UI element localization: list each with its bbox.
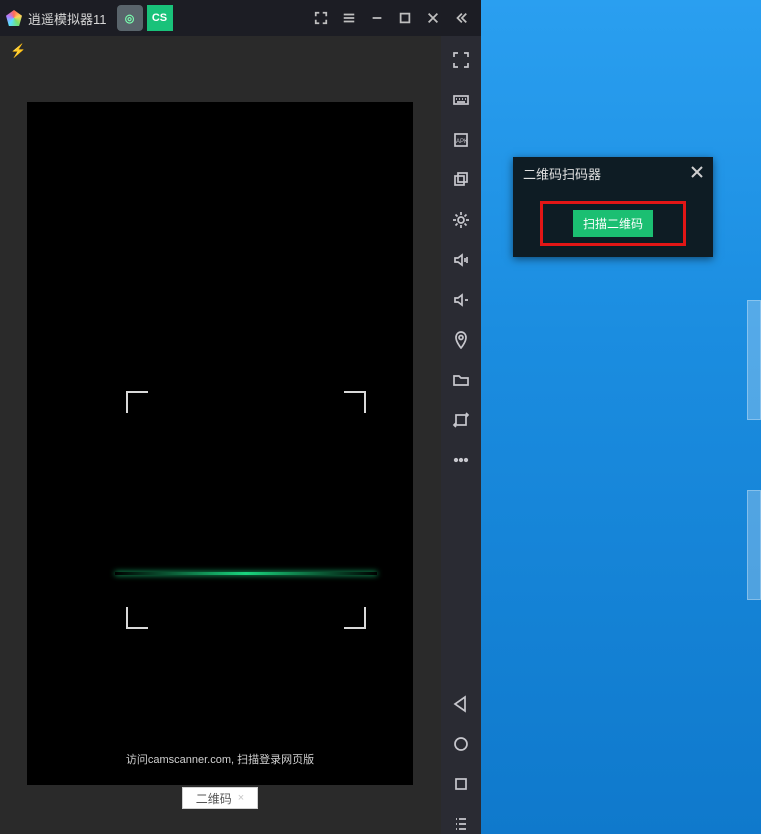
qr-tag-label: 二维码 (196, 790, 232, 807)
qr-scan-line (115, 572, 377, 575)
location-pin-icon[interactable] (451, 330, 471, 350)
scan-corner-br (344, 607, 366, 629)
tutorial-highlight-frame: 扫描二维码 (540, 201, 686, 246)
emulator-titlebar: 逍遥模拟器11 ◎ CS (0, 0, 481, 36)
apk-install-icon[interactable]: APK (451, 130, 471, 150)
fullscreen-toggle-icon[interactable] (307, 5, 335, 31)
volume-down-icon[interactable] (451, 290, 471, 310)
emulator-title: 逍遥模拟器11 (28, 9, 107, 28)
scan-qr-button[interactable]: 扫描二维码 (573, 210, 653, 237)
folder-icon[interactable] (451, 370, 471, 390)
minimize-button[interactable] (363, 5, 391, 31)
emulator-logo-icon (6, 10, 22, 26)
volume-up-icon[interactable] (451, 250, 471, 270)
tab-app-1[interactable]: ◎ (117, 5, 143, 31)
svg-text:APK: APK (456, 139, 468, 145)
expand-icon[interactable] (451, 50, 471, 70)
phone-screen: 访问camscanner.com, 扫描登录网页版 (27, 102, 413, 785)
scan-corner-tl (126, 391, 148, 413)
tab-app-camscanner[interactable]: CS (147, 5, 173, 31)
android-tasklist-icon[interactable] (451, 814, 471, 834)
qr-scanner-popup: 二维码扫码器 扫描二维码 (513, 157, 713, 257)
desktop-window-fragment (747, 490, 761, 600)
android-recent-icon[interactable] (451, 774, 471, 794)
close-button[interactable] (419, 5, 447, 31)
multi-window-icon[interactable] (451, 170, 471, 190)
keyboard-icon[interactable] (451, 90, 471, 110)
emulator-window: 逍遥模拟器11 ◎ CS ⚡ (0, 0, 481, 834)
qr-tag-close-icon[interactable]: × (238, 792, 244, 804)
popup-titlebar: 二维码扫码器 (513, 157, 713, 189)
settings-gear-icon[interactable] (451, 210, 471, 230)
scan-hint-text: 访问camscanner.com, 扫描登录网页版 (27, 751, 413, 767)
emulator-screen-column: ⚡ 访问camscanner.com, 扫描登录网页版 二维码 × (0, 36, 441, 834)
collapse-sidebar-icon[interactable] (447, 5, 475, 31)
android-back-icon[interactable] (451, 694, 471, 714)
android-home-icon[interactable] (451, 734, 471, 754)
emulator-sidebar: APK (441, 36, 481, 834)
qr-tag-chip[interactable]: 二维码 × (182, 787, 258, 809)
desktop-window-fragment (747, 300, 761, 420)
scan-corner-tr (344, 391, 366, 413)
popup-body: 扫描二维码 (513, 189, 713, 257)
scan-corner-bl (126, 607, 148, 629)
qr-scan-frame (126, 391, 366, 629)
more-icon[interactable] (451, 450, 471, 470)
menu-icon[interactable] (335, 5, 363, 31)
emulator-body: ⚡ 访问camscanner.com, 扫描登录网页版 二维码 × APK (0, 36, 481, 834)
phone-statusbar: ⚡ (0, 36, 441, 66)
flash-icon: ⚡ (10, 43, 26, 59)
maximize-button[interactable] (391, 5, 419, 31)
popup-close-button[interactable] (691, 166, 703, 181)
rotate-icon[interactable] (451, 410, 471, 430)
popup-title-text: 二维码扫码器 (523, 164, 601, 183)
